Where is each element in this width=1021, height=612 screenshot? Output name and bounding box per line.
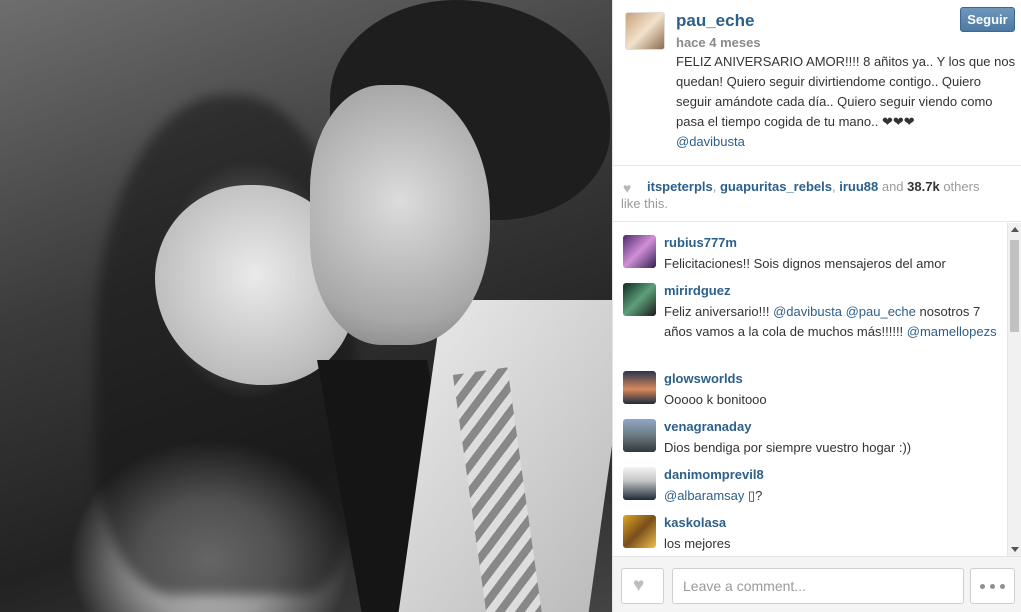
photo-face-man [310,85,490,345]
avatar[interactable] [623,515,656,548]
comment-mention[interactable]: @albaramsay [664,488,744,503]
comment-footer: ♥ [613,556,1021,612]
comment-mention[interactable]: @davibusta [773,304,842,319]
likes-count[interactable]: 38.7k [907,179,940,194]
comment-text-part: Feliz aniversario!!! [664,304,774,319]
likes-separator: , [712,179,720,194]
comment-username[interactable]: glowsworlds [664,371,743,386]
more-options-button[interactable] [970,568,1015,604]
comment-list: rubius777m Felicitaciones!! Sois dignos … [613,223,1021,555]
liker-link[interactable]: iruu88 [839,179,878,194]
comment-text: Felicitaciones!! Sois dignos mensajeros … [664,256,946,271]
likes-bar: ♥ itspeterpls, guapuritas_rebels, iruu88… [613,165,1021,222]
comment-username[interactable]: mirirdguez [664,283,730,298]
scroll-up-arrow-icon[interactable] [1011,227,1019,232]
caption-mention[interactable]: @davibusta [676,134,745,149]
post-time: hace 4 meses [676,35,761,50]
comments-scrollbar[interactable] [1007,223,1021,556]
likes-line2: like this. [621,196,668,211]
more-dots-icon [980,584,1006,589]
heart-icon: ♥ [623,180,632,196]
scroll-thumb[interactable] [1010,240,1019,332]
avatar[interactable] [623,235,656,268]
comment-text: Dios bendiga por siempre vuestro hogar :… [664,440,912,455]
comment-text: Ooooo k bonitooo [664,392,767,407]
comment-mention[interactable]: @pau_eche [846,304,916,319]
comment-username[interactable]: kaskolasa [664,515,726,530]
comment-text: @albaramsay ▯? [664,486,1000,506]
post-header: pau_eche hace 4 meses Seguir FELIZ ANIVE… [613,0,1021,165]
post-caption: FELIZ ANIVERSARIO AMOR!!!! 8 añitos ya..… [676,52,1016,152]
comment-username[interactable]: danimomprevil8 [664,467,764,482]
liker-link[interactable]: itspeterpls [647,179,713,194]
avatar[interactable] [623,283,656,316]
comment-username[interactable]: venagranaday [664,419,751,434]
avatar[interactable] [623,371,656,404]
liker-link[interactable]: guapuritas_rebels [720,179,832,194]
post-photo [0,0,612,612]
likes-text: itspeterpls, guapuritas_rebels, iruu88 a… [621,178,1017,212]
avatar[interactable] [623,419,656,452]
follow-button[interactable]: Seguir [960,7,1015,32]
owner-avatar[interactable] [625,12,665,50]
comment-mention[interactable]: @mamellopezs [907,324,997,339]
comment-text-part: ▯? [744,488,763,503]
post-sidebar: pau_eche hace 4 meses Seguir FELIZ ANIVE… [612,0,1021,612]
caption-text: FELIZ ANIVERSARIO AMOR!!!! 8 añitos ya..… [676,54,1016,129]
avatar[interactable] [623,467,656,500]
comment-username[interactable]: rubius777m [664,235,737,250]
likes-others: others [939,179,980,194]
comment-text: Feliz aniversario!!! @davibusta @pau_ech… [664,302,1000,342]
heart-icon: ♥ [633,575,645,596]
like-button[interactable]: ♥ [621,568,664,604]
likes-and: and [878,179,908,194]
scroll-down-arrow-icon[interactable] [1011,547,1019,552]
owner-username[interactable]: pau_eche [676,11,754,31]
comment-text: los mejores [664,536,731,551]
comment-input[interactable] [672,568,964,604]
